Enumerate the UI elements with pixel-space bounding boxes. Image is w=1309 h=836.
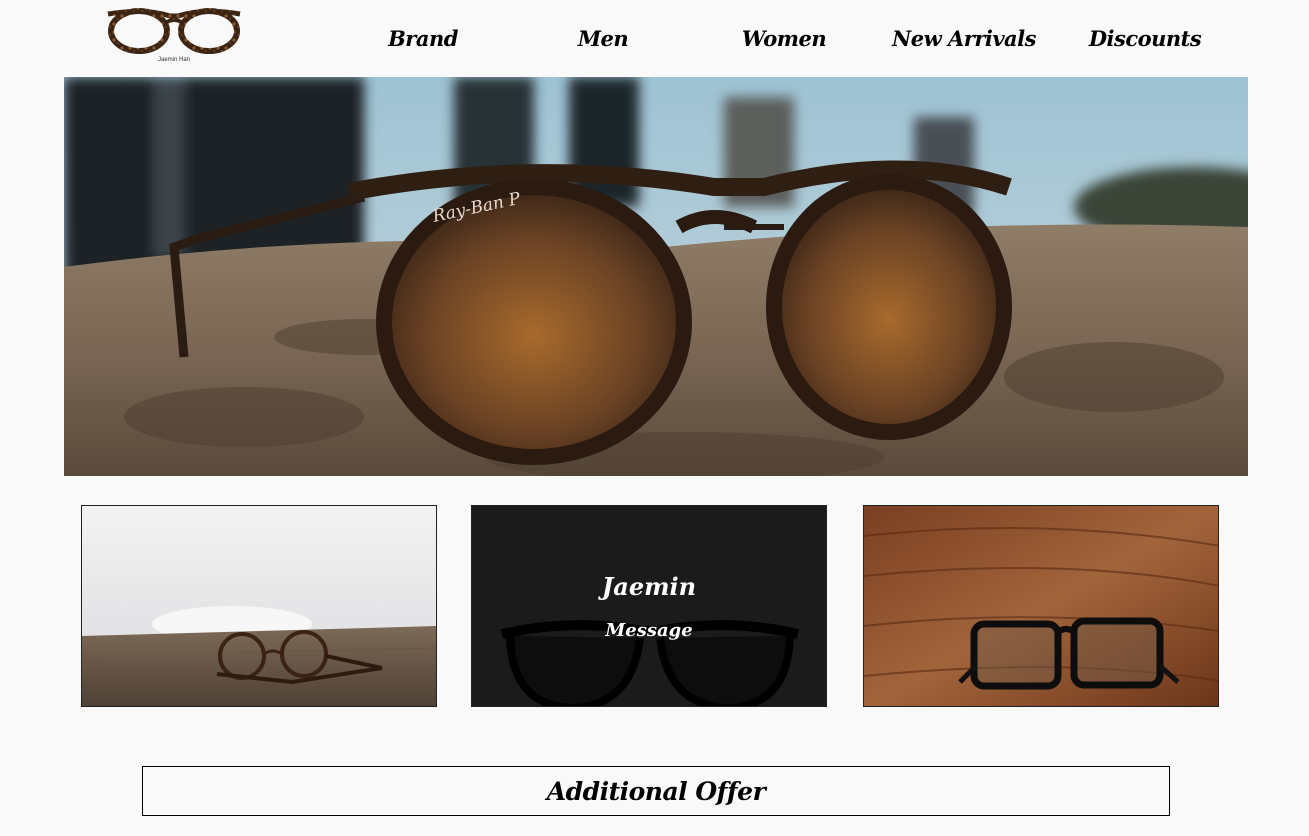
square-glasses-on-wood-photo — [864, 506, 1218, 706]
card-subtitle: Message — [605, 620, 693, 641]
hero-banner: Ray-Ban P — [64, 77, 1248, 476]
round-glasses-on-table-photo — [82, 506, 436, 706]
page: Jaemin Han Brand Men Women New Arrivals … — [0, 0, 1309, 836]
nav-women[interactable]: Women — [694, 26, 874, 51]
nav-discounts[interactable]: Discounts — [1055, 26, 1235, 51]
black-glasses-dark-photo — [472, 506, 826, 706]
product-card-2[interactable]: Jaemin Message — [471, 505, 827, 707]
main-nav: Brand Men Women New Arrivals Discounts — [0, 0, 1309, 77]
sunglasses-on-rock-photo: Ray-Ban P — [64, 77, 1248, 476]
nav-men[interactable]: Men — [513, 26, 693, 51]
nav-new-arrivals[interactable]: New Arrivals — [874, 26, 1054, 51]
product-card-3[interactable] — [863, 505, 1219, 707]
additional-offer-label: Additional Offer — [546, 776, 766, 806]
product-card-1[interactable] — [81, 505, 437, 707]
additional-offer-box[interactable]: Additional Offer — [142, 766, 1170, 816]
nav-brand[interactable]: Brand — [333, 26, 513, 51]
site-header: Jaemin Han Brand Men Women New Arrivals … — [0, 0, 1309, 77]
card-title: Jaemin — [601, 572, 697, 601]
